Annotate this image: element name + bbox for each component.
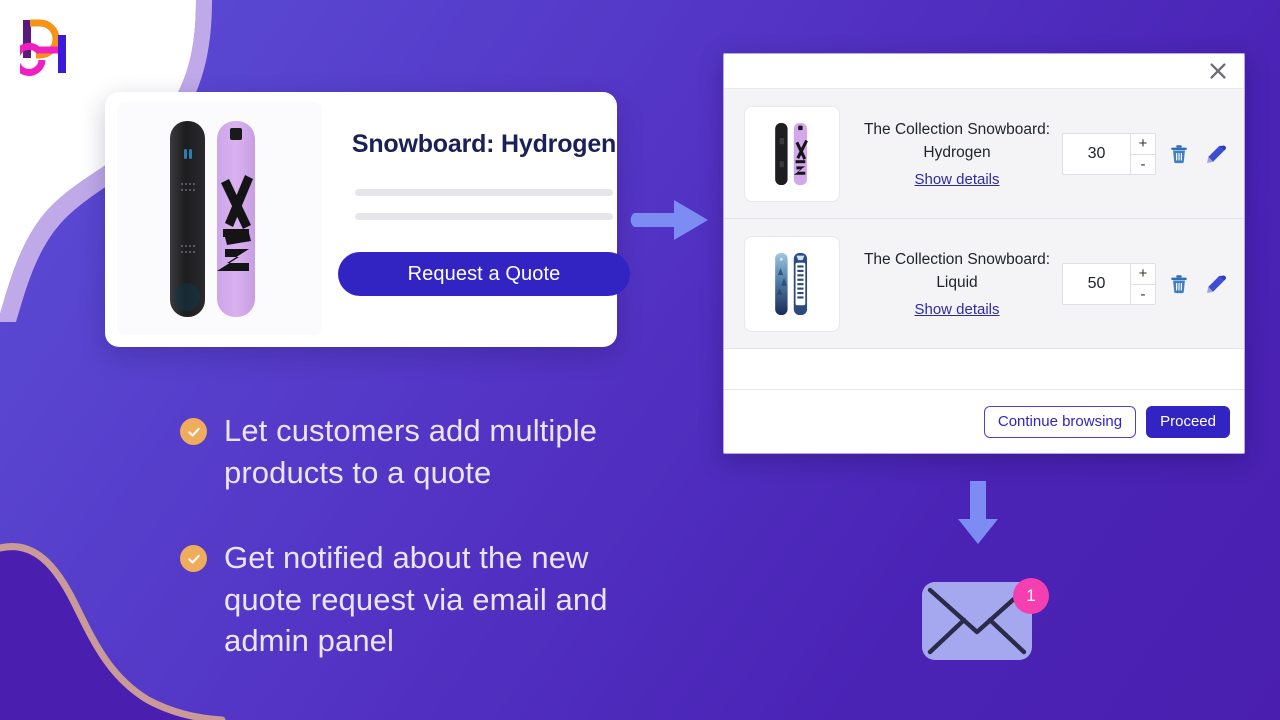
request-quote-button[interactable]: Request a Quote xyxy=(338,252,630,296)
product-card: Snowboard: Hydrogen Request a Quote xyxy=(105,92,630,347)
item-actions: 50 + - xyxy=(1062,262,1230,305)
quantity-stepper[interactable]: 30 + - xyxy=(1062,132,1156,175)
quantity-increment-button[interactable]: + xyxy=(1131,263,1155,284)
table-row: The Collection Snowboard: Hydrogen Show … xyxy=(724,89,1244,219)
table-row: The Collection Snowboard: Liquid Show de… xyxy=(724,219,1244,349)
edit-item-button[interactable] xyxy=(1202,270,1230,298)
quantity-decrement-button[interactable]: - xyxy=(1131,153,1155,174)
modal-footer: Continue browsing Proceed xyxy=(724,389,1244,453)
pencil-icon xyxy=(1207,275,1226,293)
item-actions: 30 + - xyxy=(1062,132,1230,175)
quantity-input[interactable]: 30 xyxy=(1063,134,1130,174)
snowboard-hydrogen-thumb-icon xyxy=(775,122,808,185)
continue-browsing-button[interactable]: Continue browsing xyxy=(983,405,1137,438)
cart-items-list: The Collection Snowboard: Hydrogen Show … xyxy=(724,89,1244,389)
product-image xyxy=(117,102,322,335)
quote-cart-modal: The Collection Snowboard: Hydrogen Show … xyxy=(723,53,1245,454)
pencil-icon xyxy=(1207,145,1226,163)
placeholder-line xyxy=(355,189,613,196)
arrow-right-icon xyxy=(630,200,708,240)
edit-item-button[interactable] xyxy=(1202,140,1230,168)
feature-label: Let customers add multiple products to a… xyxy=(224,413,598,490)
quantity-decrement-button[interactable]: - xyxy=(1131,283,1155,304)
item-title: The Collection Snowboard: xyxy=(863,251,1051,269)
brand-logo xyxy=(20,19,66,76)
product-title: Snowboard: Hydrogen xyxy=(351,130,617,158)
check-circle-icon xyxy=(180,545,207,573)
logo-e-magenta xyxy=(20,42,58,76)
show-details-link[interactable]: Show details xyxy=(914,301,999,318)
check-circle-icon xyxy=(180,418,207,445)
show-details-link[interactable]: Show details xyxy=(914,171,999,188)
item-info: The Collection Snowboard: Liquid Show de… xyxy=(840,249,1062,318)
item-title: The Collection Snowboard: xyxy=(863,121,1051,139)
item-variant: Hydrogen xyxy=(923,143,991,161)
notification-badge: 1 xyxy=(1013,578,1049,614)
snowboard-liquid-thumb-icon xyxy=(775,252,808,315)
logo-bar-dark-purple xyxy=(23,20,31,58)
trash-icon xyxy=(1171,144,1187,163)
notification-count: 1 xyxy=(1026,586,1036,605)
quantity-input[interactable]: 50 xyxy=(1063,264,1130,304)
cart-empty-space xyxy=(724,349,1244,389)
quantity-stepper[interactable]: 50 + - xyxy=(1062,262,1156,305)
feature-label: Get notified about the new quote request… xyxy=(224,540,608,659)
proceed-button[interactable]: Proceed xyxy=(1146,405,1230,438)
snowboard-pair-illustration xyxy=(169,121,255,317)
feature-list: Let customers add multiple products to a… xyxy=(180,410,650,662)
stepper-buttons: + - xyxy=(1130,133,1155,174)
list-item: Let customers add multiple products to a… xyxy=(180,410,650,493)
product-thumbnail[interactable] xyxy=(744,235,840,332)
product-details: Snowboard: Hydrogen Request a Quote xyxy=(322,102,646,335)
stepper-buttons: + - xyxy=(1130,263,1155,304)
quantity-increment-button[interactable]: + xyxy=(1131,133,1155,154)
item-variant: Liquid xyxy=(936,273,978,291)
check-glyph xyxy=(187,427,200,437)
delete-item-button[interactable] xyxy=(1165,270,1193,298)
description-placeholder xyxy=(355,189,613,220)
item-info: The Collection Snowboard: Hydrogen Show … xyxy=(840,119,1062,188)
close-icon[interactable] xyxy=(1206,59,1230,83)
check-glyph xyxy=(187,554,200,564)
promo-banner: Snowboard: Hydrogen Request a Quote The … xyxy=(0,0,1280,720)
product-thumbnail[interactable] xyxy=(744,105,840,202)
arrow-down-icon xyxy=(958,481,998,544)
modal-header xyxy=(724,54,1244,89)
delete-item-button[interactable] xyxy=(1165,140,1193,168)
placeholder-line xyxy=(355,213,613,220)
list-item: Get notified about the new quote request… xyxy=(180,537,650,662)
trash-icon xyxy=(1171,274,1187,293)
close-x-glyph xyxy=(1210,63,1226,79)
logo-bar-indigo xyxy=(58,35,66,73)
